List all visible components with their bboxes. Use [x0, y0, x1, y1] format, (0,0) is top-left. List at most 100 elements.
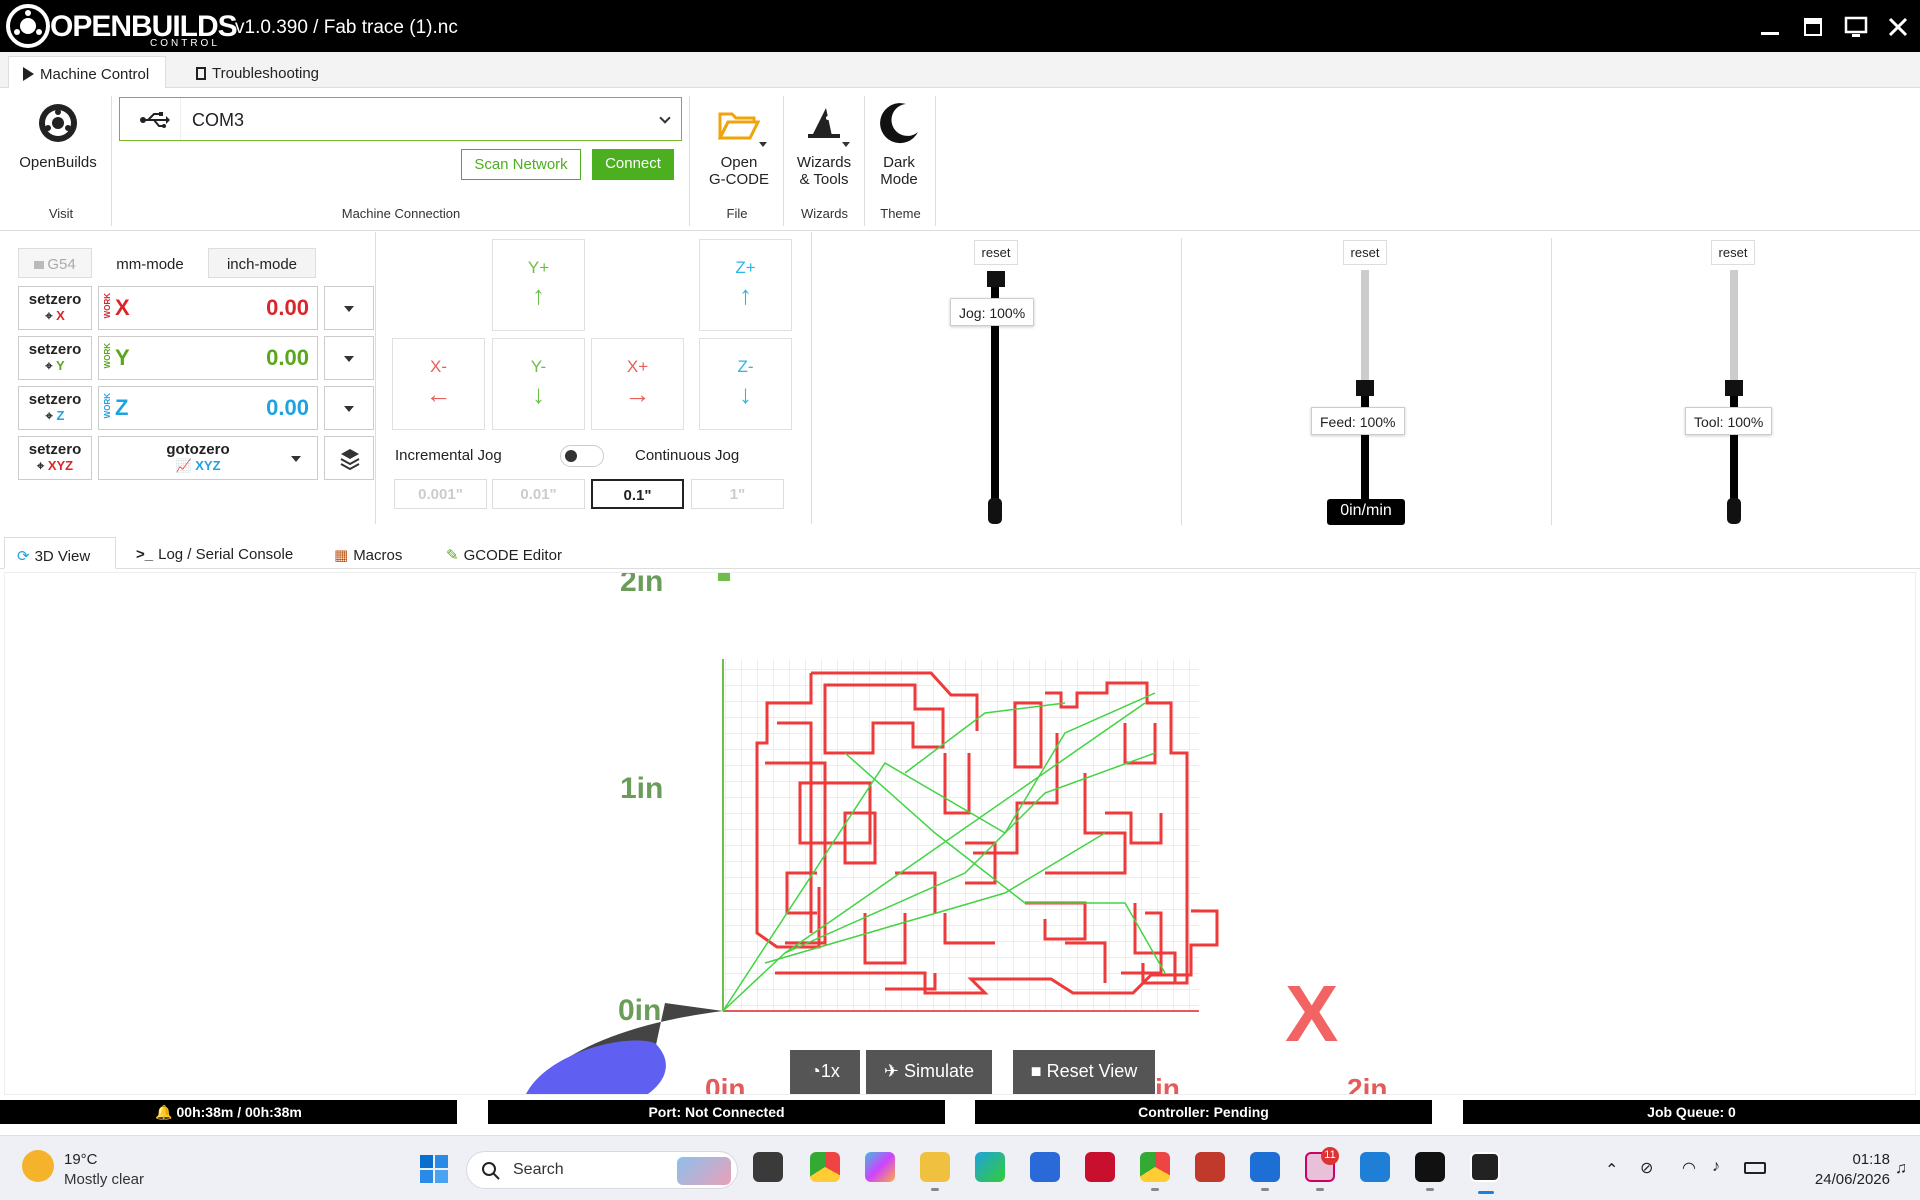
setzero-y-button[interactable]: setzero ⌖ Y — [18, 336, 92, 380]
grid-icon: ▦ — [334, 547, 349, 564]
document-icon — [196, 67, 206, 80]
outlook-icon[interactable] — [1250, 1152, 1280, 1182]
chrome-icon[interactable] — [810, 1152, 840, 1182]
volume-icon[interactable]: ♪ — [1712, 1158, 1720, 1176]
tab-label: Log / Serial Console — [158, 546, 294, 563]
chevron-down-icon — [759, 142, 767, 147]
tool-override-thumb[interactable] — [1725, 380, 1743, 396]
inkscape-icon[interactable] — [1415, 1152, 1445, 1182]
axis-letter-y: Y — [115, 345, 130, 370]
crosshair-icon: ⌖ — [45, 358, 53, 373]
wifi-icon[interactable]: ◠ — [1682, 1158, 1696, 1178]
jog-override-knob[interactable] — [988, 498, 1002, 524]
store-icon[interactable] — [1030, 1152, 1060, 1182]
tool-override-track-upper[interactable] — [1730, 270, 1738, 388]
vscode-icon[interactable] — [1360, 1152, 1390, 1182]
jog-override-reset-button[interactable]: reset — [974, 240, 1018, 265]
speed-button[interactable]: ◔1x — [790, 1050, 860, 1094]
wizard-hat-icon[interactable] — [806, 104, 842, 140]
caret-down-icon — [344, 406, 354, 412]
edge-icon[interactable] — [975, 1152, 1005, 1182]
dark-mode-button[interactable]: Dark Mode — [866, 154, 932, 188]
port-select[interactable]: COM3 — [119, 97, 682, 141]
jog-mode-toggle[interactable] — [560, 445, 604, 467]
search-icon — [482, 1162, 500, 1180]
wizards-tools-button[interactable]: Wizards & Tools — [786, 154, 862, 188]
jog-x-minus-button[interactable]: X- ← — [392, 338, 485, 430]
feed-override-reset-button[interactable]: reset — [1343, 240, 1387, 265]
dark-mode-line2: Mode — [880, 171, 918, 188]
chrome-profile-icon[interactable] — [1140, 1152, 1170, 1182]
arrow-down-icon: ↓ — [739, 379, 752, 409]
jog-y-minus-button[interactable]: Y- ↓ — [492, 338, 585, 430]
jog-z-plus-button[interactable]: Z+ ↑ — [699, 239, 792, 331]
fullscreen-icon[interactable] — [1843, 14, 1869, 40]
openbuilds-link[interactable]: OpenBuilds — [12, 154, 104, 171]
setzero-z-button[interactable]: setzero ⌖ Z — [18, 386, 92, 430]
tab-troubleshooting[interactable]: Troubleshooting — [182, 56, 342, 88]
x-label-2in: 2in — [1347, 1073, 1387, 1095]
jog-override-thumb[interactable] — [987, 271, 1005, 287]
feed-override-track-upper[interactable] — [1361, 270, 1369, 388]
clock-time[interactable]: 01:18 — [1810, 1151, 1890, 1168]
tab-inch-mode[interactable]: inch-mode — [208, 248, 316, 278]
feed-override-thumb[interactable] — [1356, 380, 1374, 396]
y-dropdown[interactable] — [324, 336, 374, 380]
chevron-up-icon[interactable]: ⌃ — [1605, 1160, 1618, 1180]
file-explorer-icon[interactable] — [920, 1152, 950, 1182]
work-tag: WORK — [103, 343, 112, 369]
taskbar-search[interactable]: Search — [466, 1151, 738, 1189]
job-time: 00h:38m / 00h:38m — [176, 1104, 302, 1120]
close-icon[interactable] — [1885, 14, 1911, 40]
work-tag: WORK — [103, 393, 112, 419]
maximize-icon[interactable] — [1800, 14, 1826, 40]
reset-view-button[interactable]: ■ Reset View — [1013, 1050, 1155, 1094]
connect-button[interactable]: Connect — [592, 149, 674, 180]
step-01-button[interactable]: 0.1" — [591, 479, 684, 509]
cloud-off-icon[interactable]: ⊘ — [1640, 1158, 1653, 1178]
pdf-icon[interactable] — [1195, 1152, 1225, 1182]
tab-log-console[interactable]: >_ Log / Serial Console — [124, 537, 310, 569]
tab-macros[interactable]: ▦ Macros — [322, 537, 422, 569]
minimize-icon[interactable] — [1757, 14, 1783, 40]
battery-icon[interactable] — [1744, 1162, 1766, 1174]
scan-network-button[interactable]: Scan Network — [461, 149, 581, 180]
notification-bell-icon[interactable]: ♫ — [1895, 1160, 1907, 1178]
tab-g54[interactable]: G54 — [18, 248, 92, 278]
x-dropdown[interactable] — [324, 286, 374, 330]
feed-rate-display: 0in/min — [1327, 499, 1405, 525]
tab-gcode-editor[interactable]: ✎ GCODE Editor — [434, 537, 574, 569]
tab-3d-view[interactable]: ⟳ 3D View — [4, 537, 116, 569]
setzero-xyz-button[interactable]: setzero ⌖ XYZ — [18, 436, 92, 480]
setzero-x-button[interactable]: setzero ⌖ X — [18, 286, 92, 330]
weather-icon[interactable] — [22, 1150, 54, 1182]
simulate-button[interactable]: ✈ Simulate — [866, 1050, 992, 1094]
layers-button[interactable] — [324, 436, 374, 480]
tool-override-reset-button[interactable]: reset — [1711, 240, 1755, 265]
chart-line-icon: 📈 — [175, 458, 192, 473]
openbuilds-gear-icon[interactable] — [37, 102, 79, 144]
jog-y-plus-button[interactable]: Y+ ↑ — [492, 239, 585, 331]
gotozero-button[interactable]: gotozero 📈 XYZ — [98, 436, 318, 480]
step-0001-button[interactable]: 0.001" — [394, 479, 487, 509]
folder-open-icon[interactable] — [718, 108, 760, 140]
open-gcode-button[interactable]: Open G-CODE — [700, 154, 778, 188]
z-dropdown[interactable] — [324, 386, 374, 430]
jog-x-plus-button[interactable]: X+ → — [591, 338, 684, 430]
tool-override-knob[interactable] — [1727, 498, 1741, 524]
crosshair-icon: ⌖ — [36, 458, 45, 473]
l-app-icon[interactable] — [1085, 1152, 1115, 1182]
windows-start-icon[interactable] — [420, 1155, 448, 1183]
step-001-button[interactable]: 0.01" — [492, 479, 585, 509]
clock-date[interactable]: 24/06/2026 — [1780, 1171, 1890, 1188]
copilot-icon[interactable] — [865, 1152, 895, 1182]
tab-machine-control[interactable]: Machine Control — [8, 56, 166, 88]
step-1-button[interactable]: 1" — [691, 479, 784, 509]
toolpath-canvas[interactable]: 2in 1in 0in 0in in 2in X — [5, 573, 1916, 1095]
openbuilds-taskbar-icon[interactable] — [1470, 1152, 1500, 1182]
3d-viewer[interactable]: 2in 1in 0in 0in in 2in X — [4, 572, 1916, 1095]
moon-icon[interactable] — [880, 102, 920, 144]
jog-z-minus-button[interactable]: Z- ↓ — [699, 338, 792, 430]
tab-mm-mode[interactable]: mm-mode — [94, 248, 206, 278]
task-view-icon[interactable] — [753, 1152, 783, 1182]
